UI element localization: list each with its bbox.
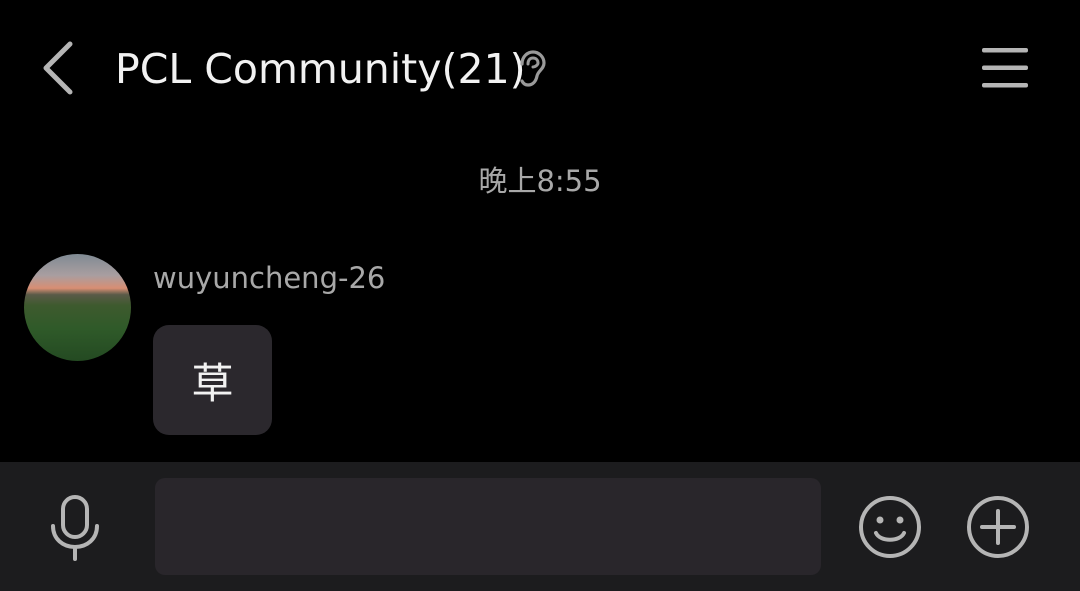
chevron-left-icon (43, 41, 73, 95)
avatar[interactable] (24, 254, 131, 361)
chat-header: PCL Community(21) (0, 0, 1080, 136)
ear-icon (516, 50, 548, 88)
input-bar (0, 462, 1080, 591)
hamburger-menu-icon (982, 48, 1028, 88)
smiley-icon (859, 496, 921, 558)
message-input[interactable] (155, 478, 821, 575)
more-button[interactable] (966, 495, 1030, 559)
message-bubble[interactable]: 草 (153, 325, 272, 435)
message-timestamp: 晚上8:55 (478, 164, 602, 198)
page-title: PCL Community(21) (115, 45, 526, 93)
menu-button[interactable] (976, 44, 1034, 92)
emoji-button[interactable] (858, 495, 922, 559)
microphone-icon (51, 495, 99, 561)
message-text: 草 (191, 358, 234, 408)
sender-name: wuyuncheng-26 (153, 261, 386, 295)
chat-screen: PCL Community(21) 晚上8:55 wuyuncheng-26 草 (0, 0, 1080, 591)
voice-button[interactable] (44, 494, 106, 562)
back-button[interactable] (30, 36, 90, 100)
plus-circle-icon (967, 496, 1029, 558)
